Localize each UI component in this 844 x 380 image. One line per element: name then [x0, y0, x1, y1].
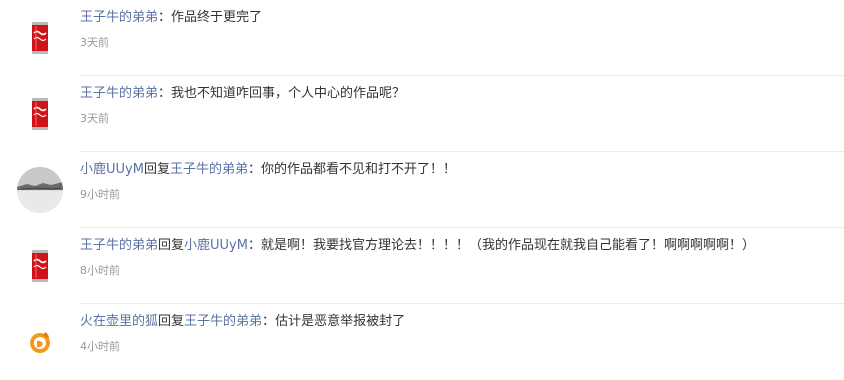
comment-author-link[interactable]: 小鹿UUyM: [80, 162, 144, 177]
coca-cola-can-icon: [17, 91, 63, 137]
comment-item: 王子牛的弟弟：我也不知道咋回事，个人中心的作品呢？ 3天前: [0, 76, 844, 152]
separator: ：: [158, 86, 172, 101]
snowy-landscape-icon: [17, 167, 63, 213]
comment-line: 王子牛的弟弟回复小鹿UUyM：就是啊！我要找官方理论去！！！！（我的作品现在就我…: [80, 236, 755, 256]
comment-text: 估计是恶意举报被封了: [275, 314, 406, 329]
comment-item: 王子牛的弟弟：作品终于更完了 3天前: [0, 0, 844, 76]
comment-time: 3天前: [80, 36, 109, 49]
comment-item: 火在壶里的狐回复王子牛的弟弟：估计是恶意举报被封了 4小时前: [0, 304, 844, 380]
avatar[interactable]: [17, 243, 63, 289]
reply-to-link[interactable]: 王子牛的弟弟: [184, 314, 262, 329]
separator: ：: [247, 238, 261, 253]
comment-time: 4小时前: [80, 340, 120, 353]
avatar[interactable]: [17, 167, 63, 213]
reply-word: 回复: [158, 314, 185, 329]
comment-list: 王子牛的弟弟：作品终于更完了 3天前 王子牛的弟弟：我也不知道咋回事，个人中心的…: [0, 0, 844, 380]
reply-word: 回复: [158, 238, 185, 253]
avatar[interactable]: [17, 91, 63, 137]
separator: ：: [247, 162, 261, 177]
reply-to-link[interactable]: 小鹿UUyM: [184, 238, 248, 253]
comment-time: 9小时前: [80, 188, 120, 201]
coca-cola-can-icon: [17, 243, 63, 289]
separator: ：: [158, 10, 172, 25]
comment-text: 就是啊！我要找官方理论去！！！！（我的作品现在就我自己能看了！啊啊啊啊啊！）: [261, 238, 756, 253]
comment-text: 我也不知道咋回事，个人中心的作品呢？: [171, 86, 406, 101]
comment-item: 王子牛的弟弟回复小鹿UUyM：就是啊！我要找官方理论去！！！！（我的作品现在就我…: [0, 228, 844, 304]
comment-line: 小鹿UUyM回复王子牛的弟弟：你的作品都看不见和打不开了！！: [80, 160, 456, 180]
comment-item: 小鹿UUyM回复王子牛的弟弟：你的作品都看不见和打不开了！！ 9小时前: [0, 152, 844, 228]
separator: ：: [262, 314, 276, 329]
comment-time: 3天前: [80, 112, 109, 125]
coca-cola-can-icon: [17, 15, 63, 61]
comment-text: 作品终于更完了: [171, 10, 263, 25]
comment-author-link[interactable]: 王子牛的弟弟: [80, 238, 158, 253]
comment-text: 你的作品都看不见和打不开了！！: [261, 162, 457, 177]
avatar[interactable]: [17, 15, 63, 61]
orange-fox-logo-icon: [17, 319, 63, 365]
comment-line: 王子牛的弟弟：我也不知道咋回事，个人中心的作品呢？: [80, 84, 405, 104]
comment-line: 王子牛的弟弟：作品终于更完了: [80, 8, 262, 28]
comment-author-link[interactable]: 王子牛的弟弟: [80, 10, 158, 25]
comment-author-link[interactable]: 王子牛的弟弟: [80, 86, 158, 101]
reply-to-link[interactable]: 王子牛的弟弟: [170, 162, 248, 177]
avatar[interactable]: [17, 319, 63, 365]
comment-author-link[interactable]: 火在壶里的狐: [80, 314, 158, 329]
reply-word: 回复: [143, 162, 170, 177]
comment-line: 火在壶里的狐回复王子牛的弟弟：估计是恶意举报被封了: [80, 312, 405, 332]
comment-time: 8小时前: [80, 264, 120, 277]
